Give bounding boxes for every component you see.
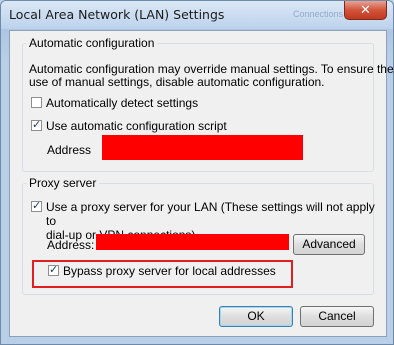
bypass-label: Bypass proxy server for local addresses — [63, 264, 276, 278]
lan-settings-window: Local Area Network (LAN) Settings Connec… — [0, 0, 394, 345]
auto-config-description-line1: Automatic configuration may override man… — [29, 62, 394, 76]
dialog-body: Automatic configuration Automatic config… — [9, 30, 393, 337]
close-button[interactable]: ✕ — [344, 1, 387, 20]
advanced-button[interactable]: Advanced — [293, 234, 365, 255]
script-address-label: Address — [47, 143, 92, 157]
auto-detect-row[interactable]: Automatically detect settings — [31, 96, 198, 110]
auto-script-row[interactable]: Use automatic configuration script — [31, 118, 227, 133]
title-bar[interactable]: Local Area Network (LAN) Settings Connec… — [1, 1, 393, 29]
proxy-address-label: Address: — [47, 238, 95, 252]
bypass-row[interactable]: Bypass proxy server for local addresses — [48, 263, 276, 278]
cancel-button[interactable]: Cancel — [300, 306, 374, 327]
auto-script-checkbox[interactable] — [31, 118, 42, 131]
auto-script-label: Use automatic configuration script — [46, 119, 227, 133]
auto-config-group-title: Automatic configuration — [26, 36, 158, 50]
close-icon: ✕ — [360, 2, 371, 17]
auto-detect-checkbox[interactable] — [31, 97, 42, 108]
ok-button[interactable]: OK — [219, 306, 293, 327]
script-address-input-redacted[interactable] — [102, 135, 303, 160]
bypass-checkbox[interactable] — [48, 263, 59, 276]
proxy-address-input-redacted[interactable] — [96, 234, 289, 250]
auto-detect-label: Automatically detect settings — [46, 96, 199, 110]
use-proxy-checkbox[interactable] — [31, 199, 42, 212]
auto-config-description-line2: use of manual settings, disable automati… — [29, 75, 325, 89]
window-title: Local Area Network (LAN) Settings — [9, 7, 225, 22]
use-proxy-label-line1: Use a proxy server for your LAN (These s… — [46, 200, 375, 228]
proxy-group-title: Proxy server — [26, 176, 100, 190]
background-window-title: Connections — [293, 9, 344, 19]
